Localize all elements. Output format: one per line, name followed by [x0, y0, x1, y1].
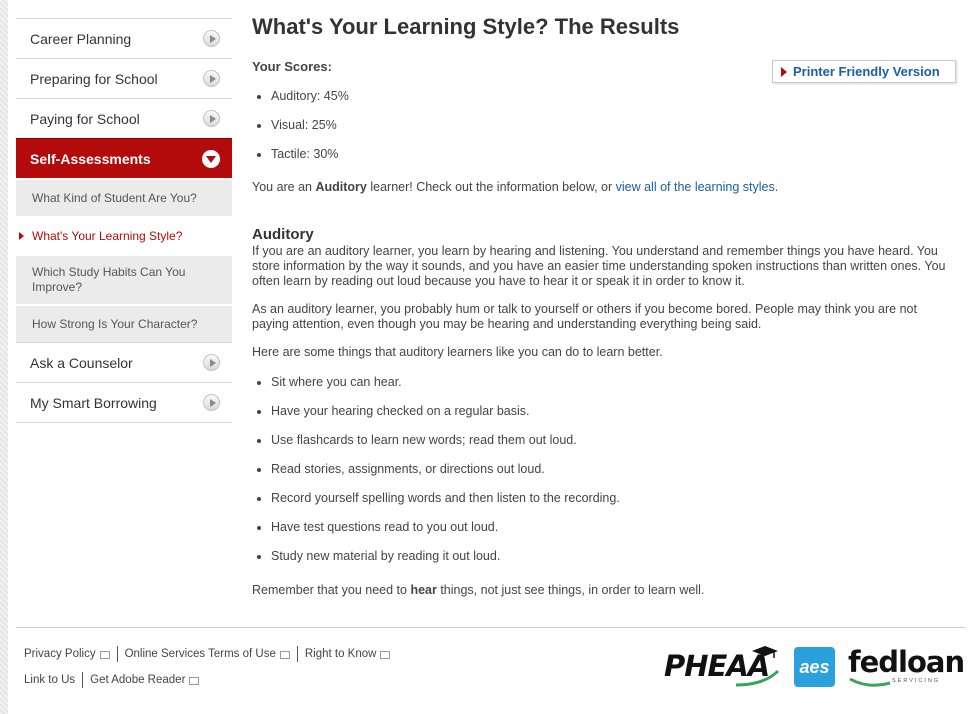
aes-logo-text: aes — [799, 656, 830, 677]
chevron-right-icon — [203, 394, 220, 411]
sidebar-item-label: My Smart Borrowing — [30, 394, 157, 411]
external-window-icon — [99, 651, 110, 659]
sidebar-nav: Career Planning Preparing for School Pay… — [16, 18, 232, 423]
sidebar-item-label: Career Planning — [30, 30, 132, 47]
divider — [116, 646, 118, 662]
tip-item: Sit where you can hear. — [271, 371, 957, 400]
external-window-icon — [380, 651, 391, 659]
sidebar-item-label: Paying for School — [30, 110, 140, 127]
footer-links: Privacy Policy Online Services Terms of … — [24, 646, 391, 698]
play-arrow-icon — [781, 66, 787, 77]
sidebar-item-label: Self-Assessments — [30, 150, 151, 167]
servicing-text: SERVICING — [892, 678, 941, 684]
page-edge-pattern — [0, 0, 8, 714]
chevron-right-icon — [203, 30, 220, 47]
footer-row: Link to Us Get Adobe Reader — [24, 672, 390, 688]
link-label: Online Services Terms of Use — [124, 648, 276, 660]
chevron-right-icon — [203, 354, 220, 371]
tip-item: Use flashcards to learn new words; read … — [271, 429, 957, 458]
result-middle: learner! Check out the information below… — [366, 180, 616, 194]
external-window-icon — [279, 651, 290, 659]
view-all-styles-link[interactable]: view all of the learning styles — [616, 180, 775, 194]
link-label: Privacy Policy — [24, 648, 96, 660]
external-window-icon — [189, 677, 200, 685]
footer-row: Privacy Policy Online Services Terms of … — [24, 646, 391, 662]
link-label: Right to Know — [304, 648, 377, 660]
divider — [82, 672, 84, 688]
scores-list: Auditory: 45% Visual: 25% Tactile: 30% — [252, 85, 957, 172]
sidebar-subitem-label: How Strong Is Your Character? — [32, 316, 198, 331]
sidebar-subitem-learning-style[interactable]: What's Your Learning Style? — [16, 216, 232, 254]
tip-item: Have your hearing checked on a regular b… — [271, 400, 957, 429]
right-to-know-link[interactable]: Right to Know — [305, 648, 391, 660]
graduation-cap-icon — [752, 646, 778, 658]
printer-friendly-button[interactable]: Printer Friendly Version — [772, 60, 956, 83]
footer-divider — [16, 627, 966, 628]
tip-item: Have test questions read to you out loud… — [271, 516, 957, 545]
fedloan-logo[interactable]: fedloan — [848, 645, 965, 679]
result-suffix: . — [774, 180, 779, 194]
chevron-down-icon — [202, 149, 220, 168]
sidebar-item-label: Preparing for School — [30, 70, 158, 87]
tip-item: Record yourself spelling words and then … — [271, 487, 957, 516]
link-to-us-link[interactable]: Link to Us — [24, 674, 75, 686]
sidebar-item-my-smart-borrowing[interactable]: My Smart Borrowing — [16, 382, 232, 423]
closing-bold: hear — [410, 583, 437, 597]
tip-item: Read stories, assignments, or directions… — [271, 458, 957, 487]
chevron-right-icon — [203, 70, 220, 87]
sidebar-item-paying-for-school[interactable]: Paying for School — [16, 98, 232, 138]
chevron-right-icon — [203, 110, 220, 127]
page-title: What's Your Learning Style? The Results — [252, 14, 680, 39]
printer-friendly-label: Printer Friendly Version — [793, 64, 940, 79]
sidebar-item-preparing-for-school[interactable]: Preparing for School — [16, 58, 232, 98]
terms-of-use-link[interactable]: Online Services Terms of Use — [125, 648, 290, 660]
aes-logo[interactable]: aes — [794, 647, 835, 687]
sidebar-subitem-label: What Kind of Student Are You? — [32, 190, 197, 205]
closing-prefix: Remember that you need to — [252, 583, 411, 597]
result-prefix: You are an — [252, 180, 316, 194]
section-heading: Auditory — [252, 226, 314, 243]
tips-list: Sit where you can hear. Have your hearin… — [252, 371, 957, 574]
sidebar-item-ask-a-counselor[interactable]: Ask a Counselor — [16, 342, 232, 382]
partner-logos: PHEAA aes fedloan SERVICING — [664, 645, 965, 691]
result-summary: You are an Auditory learner! Check out t… — [252, 180, 957, 195]
privacy-policy-link[interactable]: Privacy Policy — [24, 648, 110, 660]
sidebar-subitem-study-habits[interactable]: Which Study Habits Can You Improve? — [16, 254, 232, 304]
closing-text: Remember that you need to hear things, n… — [252, 583, 957, 598]
score-auditory: Auditory: 45% — [271, 85, 957, 114]
closing-suffix: things, not just see things, in order to… — [436, 583, 705, 597]
sidebar-subitem-student-type[interactable]: What Kind of Student Are You? — [16, 178, 232, 216]
sidebar-subitem-character[interactable]: How Strong Is Your Character? — [16, 304, 232, 342]
sidebar-item-career-planning[interactable]: Career Planning — [16, 18, 232, 58]
main-content: What's Your Learning Style? The Results … — [252, 14, 957, 598]
current-page-marker-icon — [19, 232, 24, 240]
score-tactile: Tactile: 30% — [271, 143, 957, 172]
paragraph-1: If you are an auditory learner, you lear… — [252, 244, 946, 288]
adobe-reader-link[interactable]: Get Adobe Reader — [90, 674, 200, 686]
swoosh-icon — [735, 669, 780, 687]
paragraph-3: Here are some things that auditory learn… — [252, 345, 663, 359]
link-label: Link to Us — [24, 674, 76, 686]
sidebar-item-self-assessments[interactable]: Self-Assessments — [16, 138, 232, 178]
fedloan-swoosh-icon — [849, 677, 891, 687]
sidebar-subitem-label: What's Your Learning Style? — [32, 228, 183, 243]
divider — [296, 646, 298, 662]
sidebar-item-label: Ask a Counselor — [30, 354, 133, 371]
result-style: Auditory — [315, 180, 367, 194]
sidebar-subitem-label: Which Study Habits Can You Improve? — [32, 265, 186, 294]
tip-item: Study new material by reading it out lou… — [271, 545, 957, 574]
score-visual: Visual: 25% — [271, 114, 957, 143]
paragraph-2: As an auditory learner, you probably hum… — [252, 302, 917, 331]
link-label: Get Adobe Reader — [90, 674, 186, 686]
